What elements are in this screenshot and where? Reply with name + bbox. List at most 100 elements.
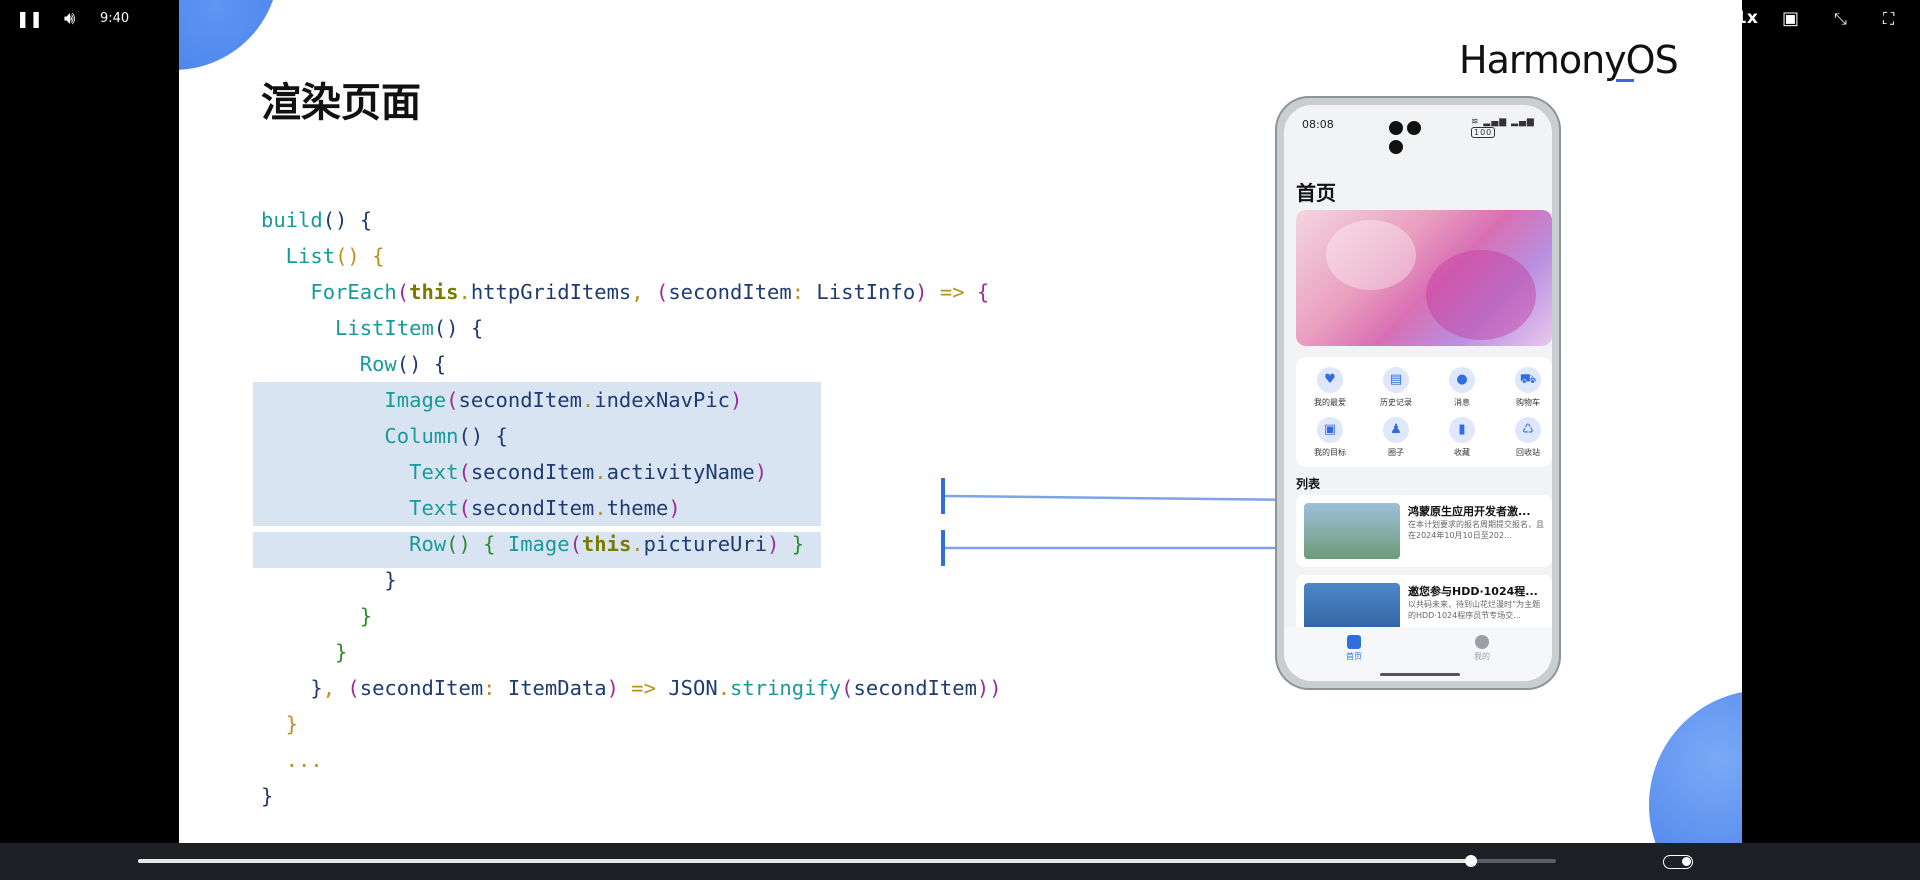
logo-accent [1616,79,1634,82]
pause-icon[interactable]: ❚❚ [16,0,43,37]
recycle-icon: ♺ [1515,417,1541,443]
code-token: activityName [606,460,755,484]
exit-fullscreen-icon[interactable]: ⤡ [1834,0,1847,37]
code-line: ... [261,745,323,775]
code-token: ListInfo [816,280,916,304]
arrow-line-1 [944,494,1306,502]
miniplayer-icon[interactable]: ▣ [1782,0,1799,37]
tab-home-label: 首页 [1346,652,1362,661]
code-token: () { [458,424,508,448]
code-token: } [261,568,397,592]
code-token: secondItem [853,676,977,700]
code-line: } [261,601,372,631]
code-token: => [939,280,977,304]
code-token: : [483,676,508,700]
code-token: } [791,532,805,556]
progress-knob[interactable] [1464,855,1477,867]
code-token: } [261,712,299,736]
code-token: secondItem [458,388,582,412]
phone-page-title: 首页 [1296,181,1336,205]
code-line: Image(secondItem.indexNavPic) [261,385,742,415]
code-token: () { [335,244,385,268]
shortcut-grid: ♥ 我的最爱 ▤ 历史记录 ● 消息 ⛟ 购物车 ▣ 我的目标 ♟ 圈子 ▮ 收藏 ♺ 回收站 [1296,357,1552,467]
phone-mockup: 08:08 ≋ ▂▄▆ ▂▄▆ 100 首页 ♥ 我的最爱 ▤ 历史记录 ● 消息 ⛟ 购物车… [1275,96,1561,690]
grid-item[interactable]: ▤ 历史记录 [1366,367,1426,408]
list-item[interactable]: 鸿蒙原生应用开发者激... 在本计划要求的报名周期提交报名，且在2024年10月… [1296,495,1552,567]
code-token: } [261,640,348,664]
code-token: } [261,676,323,700]
code-token: ) [767,532,792,556]
code-token: . [594,496,607,520]
decor-blob-top-left [179,0,279,70]
status-time: 08:08 [1302,118,1334,131]
code-token: JSON [668,676,718,700]
fullscreen-icon[interactable]: ⛶ [1883,0,1894,37]
grid-item-label: 我的最爱 [1314,398,1346,407]
code-token: this [409,280,459,304]
banner-image[interactable] [1296,210,1552,346]
grid-item[interactable]: ▮ 收藏 [1432,417,1492,458]
decor-blob-bottom-right [1649,690,1742,843]
code-token: ( [655,280,669,304]
pip-toggle[interactable] [1663,855,1693,869]
code-token: Row [261,352,397,376]
tab-mine[interactable]: 我的 [1452,635,1512,662]
code-token: ( [446,388,459,412]
volume-icon[interactable]: 🔊︎ [64,0,75,37]
code-token: ( [396,280,410,304]
code-token: => [631,676,669,700]
code-token: Image [261,388,447,412]
status-icons: ≋ ▂▄▆ ▂▄▆ 100 [1471,117,1552,138]
grid-item-label: 回收站 [1516,448,1540,457]
grid-item[interactable]: ♥ 我的最爱 [1300,367,1360,408]
code-line: } [261,637,347,667]
code-token: ( [347,676,360,700]
grid-item[interactable]: ● 消息 [1432,367,1492,408]
code-line: Text(secondItem.activityName) [261,457,767,487]
grid-item[interactable]: ♺ 回收站 [1498,417,1552,458]
code-line: ListItem() { [261,313,483,343]
progress-bar[interactable] [138,855,1556,867]
phone-screen: 08:08 ≋ ▂▄▆ ▂▄▆ 100 首页 ♥ 我的最爱 ▤ 历史记录 ● 消息 ⛟ 购物车… [1284,105,1552,681]
code-token: Column [261,424,459,448]
speed-button[interactable]: 1x [1735,0,1758,37]
code-line: } [261,709,298,739]
code-token: ) [754,460,768,484]
code-token: ItemData [507,676,607,700]
code-token: ( [458,496,471,520]
grid-item-label: 购物车 [1516,398,1540,407]
code-line: Column() { [261,421,508,451]
list-item-desc: 以共码未来，待到山花烂漫时”为主题的HDD·1024程序员节专场交... [1408,600,1541,620]
code-token: ( [841,676,854,700]
wifi-icon: ≋ [1471,117,1480,127]
code-token: ) [606,676,632,700]
code-token: ListItem [261,316,434,340]
code-line: Row() { [261,349,446,379]
signal-icon: ▂▄▆ [1483,117,1508,127]
code-token: ) [668,496,681,520]
pip-label: 画中画 [1620,11,1657,25]
grid-item-label: 圈子 [1388,448,1404,457]
code-line: } [261,565,397,595]
code-token: () { [396,352,447,376]
slide-title: 渲染页面 [261,80,421,126]
grid-item[interactable]: ▣ 我的目标 [1300,417,1360,458]
code-token: this [581,532,632,556]
grid-item[interactable]: ♟ 圈子 [1366,417,1426,458]
tab-home[interactable]: 首页 [1324,635,1384,662]
code-token: httpGridItems [470,280,632,304]
history-icon: ▤ [1383,367,1409,393]
code-token: . [594,460,607,484]
signal-icon-2: ▂▄▆ [1511,117,1535,127]
progress-fill [138,859,1471,863]
code-token: () { [433,316,484,340]
list-item-title: 邀您参与HDD·1024程... [1408,585,1538,598]
grid-item[interactable]: ⛟ 购物车 [1498,367,1552,408]
code-token: secondItem [359,676,484,700]
duration: 10:17 [1569,11,1607,26]
user-icon [1475,635,1489,649]
code-token: theme [606,496,669,520]
code-token: Image [507,532,570,556]
code-token: stringify [730,676,842,700]
code-token: } [261,784,274,808]
